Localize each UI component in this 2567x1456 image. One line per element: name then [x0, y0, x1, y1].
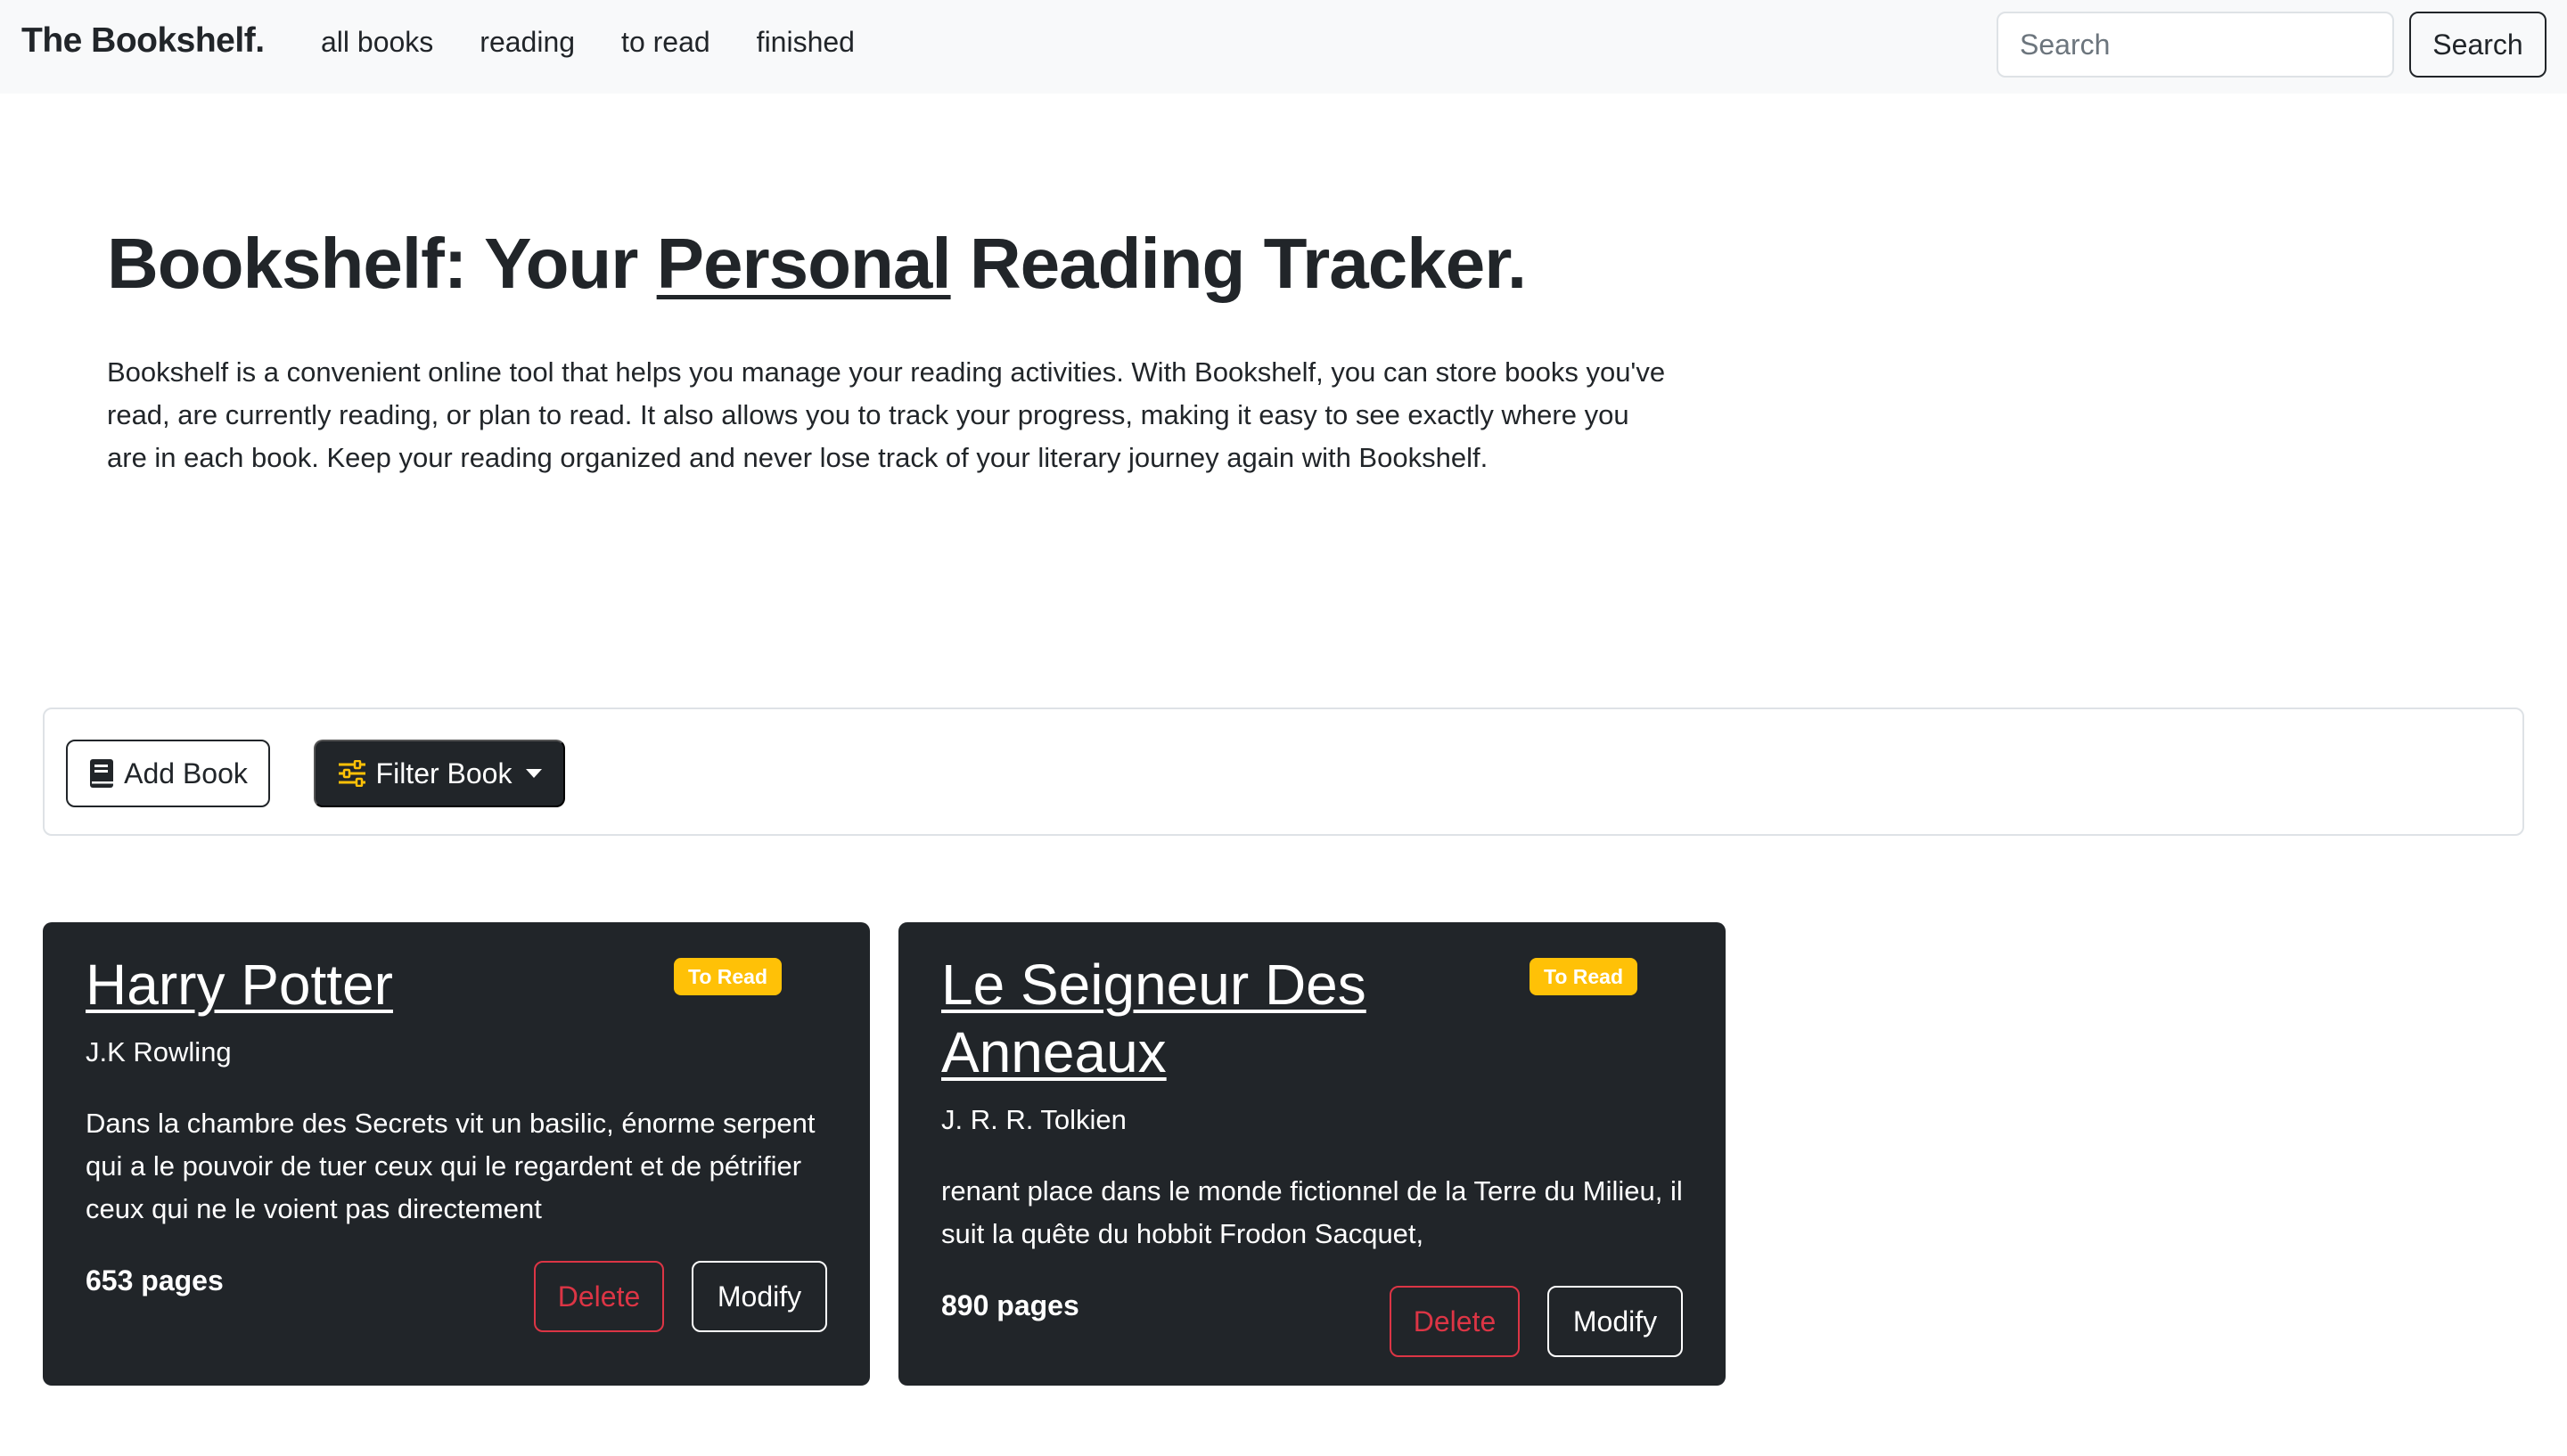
book-author: J. R. R. Tolkien [941, 1104, 1127, 1135]
filter-book-dropdown[interactable]: Filter Book [314, 740, 565, 807]
modify-button[interactable]: Modify [1547, 1286, 1683, 1357]
status-badge: To Read [674, 958, 783, 995]
status-badge: To Read [1530, 958, 1638, 995]
caret-down-icon [526, 769, 543, 778]
page-title-part-1: Bookshelf: Your [107, 224, 657, 303]
book-author: J.K Rowling [86, 1036, 232, 1067]
add-book-label: Add Book [124, 757, 248, 789]
filter-book-label: Filter Book [375, 757, 513, 789]
book-description: renant place dans le monde fictionnel de… [941, 1175, 1683, 1249]
sliders-icon [337, 760, 367, 787]
nav-link-reading[interactable]: reading [480, 26, 575, 59]
hero-description: Bookshelf is a convenient online tool th… [107, 356, 1666, 473]
nav-links: all books reading to read finished [321, 26, 855, 59]
book-title[interactable]: Harry Potter [86, 951, 638, 1018]
book-pages: 890 pages [941, 1289, 1079, 1321]
book-toolbar: Add Book Filter Book [43, 708, 2524, 836]
book-card: Harry Potter To Read J.K Rowling Dans la… [43, 922, 870, 1386]
modify-button[interactable]: Modify [692, 1261, 827, 1332]
delete-button[interactable]: Delete [534, 1261, 664, 1332]
brand-logo[interactable]: The Bookshelf. [21, 21, 265, 61]
search-button[interactable]: Search [2409, 12, 2546, 78]
book-icon [88, 758, 115, 789]
book-title[interactable]: Le Seigneur Des Anneaux [941, 951, 1494, 1086]
book-description: Dans la chambre des Secrets vit un basil… [86, 1108, 816, 1224]
nav-link-finished[interactable]: finished [757, 26, 855, 59]
nav-link-all-books[interactable]: all books [321, 26, 433, 59]
page-title: Bookshelf: Your Personal Reading Tracker… [107, 223, 1527, 305]
nav-link-to-read[interactable]: to read [621, 26, 710, 59]
book-pages: 653 pages [86, 1264, 224, 1296]
page-title-underlined: Personal [656, 224, 952, 303]
delete-button[interactable]: Delete [1390, 1286, 1520, 1357]
add-book-button[interactable]: Add Book [66, 740, 270, 807]
book-card: Le Seigneur Des Anneaux To Read J. R. R.… [898, 922, 1726, 1386]
navbar: The Bookshelf. all books reading to read… [0, 0, 2567, 94]
search-input[interactable] [1997, 12, 2394, 78]
page-title-part-2: Reading Tracker. [950, 224, 1527, 303]
